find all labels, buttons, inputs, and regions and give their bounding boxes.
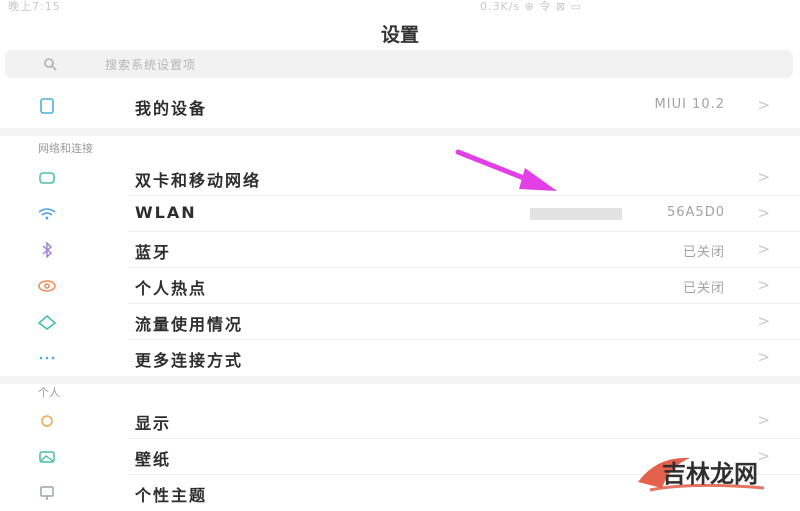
list-item-label: WLAN xyxy=(135,203,197,222)
chevron-right-icon: > xyxy=(757,312,770,330)
search-input[interactable]: 搜索系统设置项 xyxy=(5,50,793,78)
bluetooth-icon xyxy=(42,242,53,258)
section-gap xyxy=(0,376,800,384)
list-item-bluetooth[interactable]: 蓝牙 已关闭 > xyxy=(0,232,800,268)
annotation-arrow xyxy=(455,149,557,191)
hotspot-icon xyxy=(38,280,56,292)
list-item-label: 更多连接方式 xyxy=(135,351,244,370)
chevron-right-icon: > xyxy=(757,96,770,114)
section-gap xyxy=(0,128,800,136)
chevron-right-icon: > xyxy=(757,168,770,186)
section-header-network: 网络和连接 xyxy=(38,142,93,155)
wallpaper-icon xyxy=(39,451,55,463)
wifi-icon xyxy=(38,208,56,220)
list-item-label: 蓝牙 xyxy=(135,243,172,262)
list-item-display[interactable]: 显示 > xyxy=(0,403,800,439)
status-time: 晚上7:15 xyxy=(8,0,61,13)
search-icon xyxy=(44,58,57,71)
list-item-label: 双卡和移动网络 xyxy=(135,171,262,190)
watermark: 吉林龙网 xyxy=(622,446,800,500)
list-item-value: 56A5D0 xyxy=(667,205,725,220)
list-item-wlan[interactable]: WLAN 56A5D0 > xyxy=(0,196,800,232)
list-item-label: 壁纸 xyxy=(135,450,172,469)
list-item-label: 我的设备 xyxy=(135,99,208,118)
chevron-right-icon: > xyxy=(757,348,770,366)
list-item-data-usage[interactable]: 流量使用情况 > xyxy=(0,304,800,340)
display-icon xyxy=(41,415,53,427)
redacted-ssid xyxy=(530,208,622,220)
status-icons: 0.3K/s ⊕ 令 ⊠ ▭ xyxy=(480,0,582,13)
section-header-personal: 个人 xyxy=(38,386,60,399)
list-item-dual-sim[interactable]: 双卡和移动网络 > xyxy=(0,160,800,196)
list-item-label: 个人热点 xyxy=(135,279,208,298)
dual-sim-icon xyxy=(39,172,55,184)
list-item-label: 流量使用情况 xyxy=(135,315,244,334)
chevron-right-icon: > xyxy=(757,240,770,258)
chevron-right-icon: > xyxy=(757,411,770,429)
theme-icon xyxy=(40,486,54,500)
page-title: 设置 xyxy=(380,24,419,46)
status-bar: 晚上7:15 0.3K/s ⊕ 令 ⊠ ▭ xyxy=(0,0,800,14)
chevron-right-icon: > xyxy=(757,204,770,222)
chevron-right-icon: > xyxy=(757,276,770,294)
list-item-value: MIUI 10.2 xyxy=(654,97,725,112)
search-placeholder: 搜索系统设置项 xyxy=(105,58,197,72)
list-item-value: 已关闭 xyxy=(682,245,725,260)
data-usage-icon xyxy=(38,315,56,330)
list-item-value: 已关闭 xyxy=(682,281,725,296)
watermark-text: 吉林龙网 xyxy=(662,460,758,488)
device-icon xyxy=(40,98,54,114)
list-item-label: 个性主题 xyxy=(135,486,208,505)
list-item-hotspot[interactable]: 个人热点 已关闭 > xyxy=(0,268,800,304)
more-connections-icon xyxy=(39,356,55,360)
list-item-my-device[interactable]: 我的设备 MIUI 10.2 > xyxy=(0,88,800,124)
list-item-label: 显示 xyxy=(135,414,172,433)
list-item-more-connections[interactable]: 更多连接方式 > xyxy=(0,340,800,376)
